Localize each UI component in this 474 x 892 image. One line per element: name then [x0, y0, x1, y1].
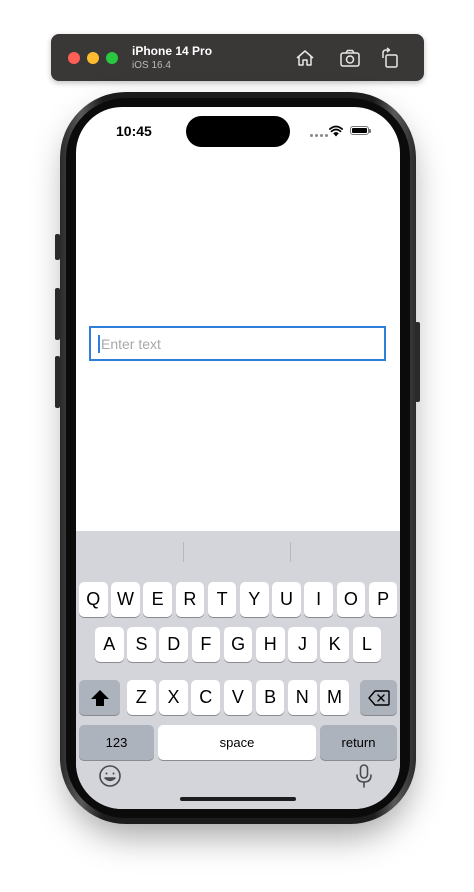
key-c[interactable]: C	[191, 680, 220, 715]
key-k[interactable]: K	[320, 627, 349, 662]
cellular-signal-icon	[310, 134, 330, 152]
key-x[interactable]: X	[159, 680, 188, 715]
os-version: iOS 16.4	[132, 60, 171, 71]
numbers-key[interactable]: 123	[79, 725, 154, 760]
close-window-button[interactable]	[68, 52, 80, 64]
volume-up-button[interactable]	[55, 288, 60, 340]
key-q[interactable]: Q	[79, 582, 108, 617]
shift-arrow-icon	[90, 689, 109, 706]
text-caret	[98, 335, 100, 353]
home-indicator[interactable]	[180, 797, 296, 801]
return-key[interactable]: return	[320, 725, 397, 760]
key-f[interactable]: F	[191, 627, 221, 662]
key-v[interactable]: V	[223, 680, 253, 715]
software-keyboard: QWERTYUIOP ASDFGHJKL ZXCVBNM 123 space r…	[76, 531, 400, 809]
key-j[interactable]: J	[288, 627, 317, 662]
key-e[interactable]: E	[143, 582, 172, 617]
text-input-placeholder: Enter text	[101, 336, 161, 352]
screenshot-icon[interactable]	[339, 47, 361, 69]
dynamic-island	[186, 116, 290, 147]
key-p[interactable]: P	[368, 582, 398, 617]
battery-icon	[350, 126, 371, 135]
key-y[interactable]: Y	[240, 582, 269, 617]
key-z[interactable]: Z	[127, 680, 156, 715]
wifi-icon	[329, 125, 343, 137]
key-w[interactable]: W	[111, 582, 140, 617]
suggestion-divider	[183, 542, 184, 562]
key-i[interactable]: I	[304, 582, 333, 617]
key-o[interactable]: O	[336, 582, 366, 617]
zoom-window-button[interactable]	[106, 52, 118, 64]
device-screen: 10:45 Enter text QWERTYUIOP ASDFGHJKL ZX…	[76, 107, 400, 809]
key-a[interactable]: A	[95, 627, 124, 662]
key-r[interactable]: R	[175, 582, 205, 617]
volume-down-button[interactable]	[55, 356, 60, 408]
backspace-icon	[367, 689, 390, 706]
key-u[interactable]: U	[272, 582, 301, 617]
space-key[interactable]: space	[158, 725, 316, 760]
power-button[interactable]	[415, 322, 420, 402]
key-b[interactable]: B	[255, 680, 285, 715]
simulator-title-bar: iPhone 14 Pro iOS 16.4	[51, 34, 424, 81]
delete-key[interactable]	[360, 680, 397, 715]
action-button[interactable]	[55, 234, 60, 260]
rotate-icon[interactable]	[379, 47, 401, 69]
status-time: 10:45	[116, 123, 152, 139]
key-s[interactable]: S	[127, 627, 156, 662]
key-m[interactable]: M	[320, 680, 349, 715]
key-g[interactable]: G	[223, 627, 253, 662]
shift-key[interactable]	[79, 680, 120, 715]
key-t[interactable]: T	[207, 582, 237, 617]
key-l[interactable]: L	[352, 627, 382, 662]
emoji-icon[interactable]	[97, 763, 123, 789]
suggestion-divider	[290, 542, 291, 562]
key-n[interactable]: N	[288, 680, 317, 715]
home-icon[interactable]	[294, 47, 316, 69]
key-h[interactable]: H	[256, 627, 285, 662]
minimize-window-button[interactable]	[87, 52, 99, 64]
microphone-icon[interactable]	[351, 763, 377, 789]
key-d[interactable]: D	[159, 627, 188, 662]
device-name: iPhone 14 Pro	[132, 44, 213, 58]
text-input[interactable]: Enter text	[89, 326, 386, 361]
